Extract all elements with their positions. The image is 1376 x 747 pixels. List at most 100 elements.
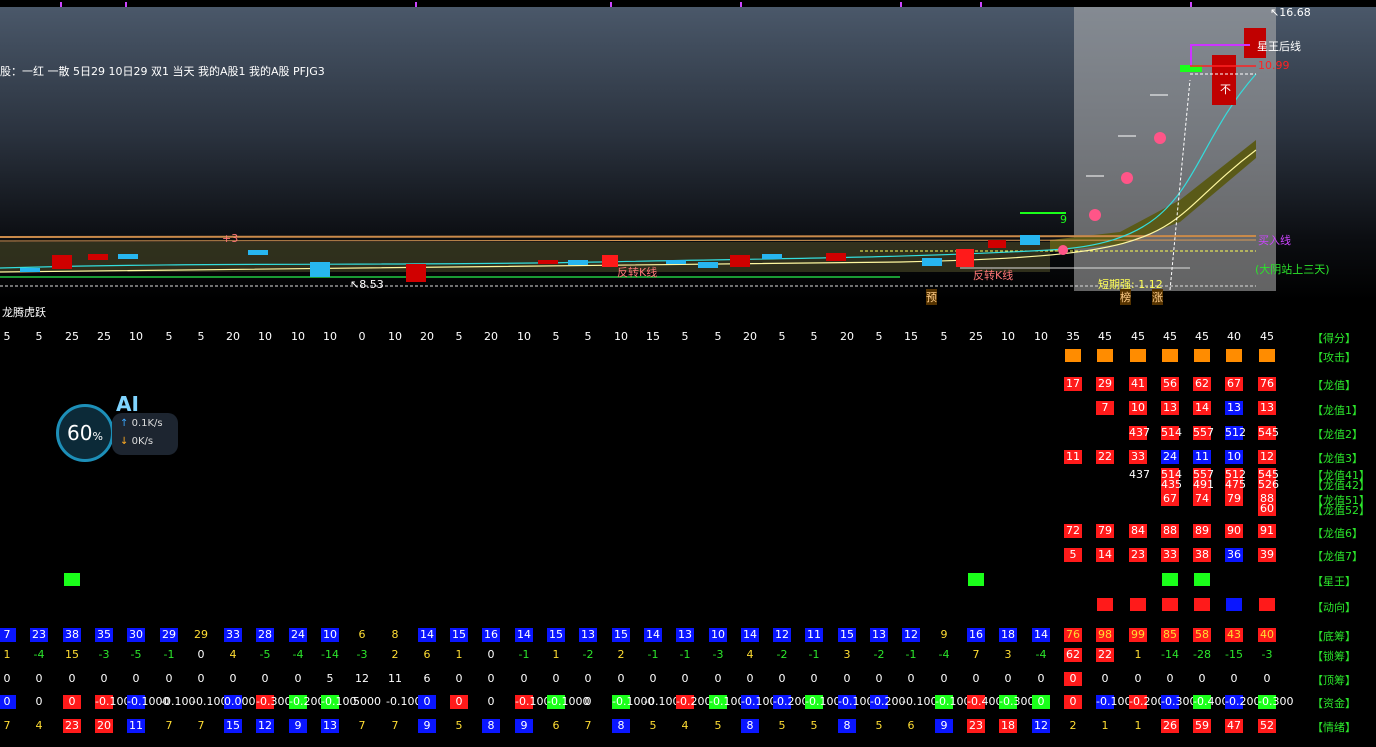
indicator-cell: 5 bbox=[810, 330, 818, 343]
indicator-cell: 4 bbox=[229, 648, 237, 661]
indicator-cell: 10 bbox=[323, 330, 337, 343]
indicator-cell: 0 bbox=[35, 695, 43, 708]
indicator-cell: 13 bbox=[579, 628, 597, 642]
indicator-cell: 10 bbox=[258, 330, 272, 343]
indicator-cell: 5 bbox=[681, 330, 689, 343]
indicator-cell: 29 bbox=[194, 628, 208, 641]
indicator-cell: 15 bbox=[838, 628, 856, 642]
indicator-cell: 0 bbox=[520, 672, 528, 685]
indicator-cell: 76 bbox=[1258, 377, 1276, 391]
indicator-cell: 5 bbox=[940, 330, 948, 343]
indicator-cell: 0 bbox=[229, 672, 237, 685]
indicator-cell: 20 bbox=[420, 330, 434, 343]
indicator-cell: 0 bbox=[940, 672, 948, 685]
indicator-cell: 14 bbox=[515, 628, 533, 642]
indicator-cell: 23 bbox=[30, 628, 48, 642]
indicator-cell: 33 bbox=[1161, 548, 1179, 562]
indicator-cell: 5 bbox=[714, 719, 722, 732]
indicator-cell: 11 bbox=[1193, 450, 1211, 464]
indicator-cell: -0.200 bbox=[289, 695, 325, 709]
indicator-cell: 0 bbox=[843, 672, 851, 685]
ai-speed-widget[interactable]: AI 60% ↑ 0.1K/s ↓ 0K/s bbox=[56, 392, 186, 466]
indicator-cell: 84 bbox=[1129, 524, 1147, 538]
candlestick-chart[interactable] bbox=[0, 0, 1376, 300]
indicator-cell: 0 bbox=[1198, 672, 1206, 685]
indicator-cell: 25 bbox=[97, 330, 111, 343]
indicator-cell: 5 bbox=[35, 330, 43, 343]
indicator-cell: 40 bbox=[1227, 330, 1241, 343]
row-label-dichou: 【底筹】 bbox=[1312, 630, 1356, 643]
indicator-cell: 5 bbox=[714, 330, 722, 343]
indicator-cell: 13 bbox=[1225, 401, 1243, 415]
indicator-cell: -0.100 bbox=[192, 695, 228, 708]
indicator-cell: 0 bbox=[132, 672, 140, 685]
indicator-cell: -5 bbox=[259, 648, 271, 661]
nine-label: 9 bbox=[1060, 213, 1067, 226]
indicator-cell: 0 bbox=[617, 672, 625, 685]
indicator-cell: 13 bbox=[1161, 401, 1179, 415]
indicator-cell: 0 bbox=[584, 695, 592, 708]
indicator-cell: 8 bbox=[482, 719, 500, 733]
indicator-cell: 0 bbox=[649, 672, 657, 685]
indicator-cell: 15 bbox=[224, 719, 242, 733]
indicator-cell: 0 bbox=[681, 672, 689, 685]
indicator-cell: 437 bbox=[1129, 426, 1150, 440]
indicator-cell: 0 bbox=[0, 695, 16, 709]
indicator-cell: 7 bbox=[972, 648, 980, 661]
indicator-cell: 22 bbox=[1096, 648, 1114, 662]
indicator-cell: 8 bbox=[391, 628, 399, 641]
volume-band bbox=[0, 242, 1050, 272]
row-label-longzhi52: 【龙值52】 bbox=[1312, 504, 1370, 517]
indicator-cell: 10 bbox=[1001, 330, 1015, 343]
indicator-cell: 10 bbox=[517, 330, 531, 343]
indicator-cell: -0.100 bbox=[935, 695, 971, 709]
indicator-cell: 45 bbox=[1195, 330, 1209, 343]
indicator-cell: -0.100 bbox=[805, 695, 841, 709]
indicator-cell: 3 bbox=[843, 648, 851, 661]
indicator-box bbox=[1194, 349, 1210, 362]
indicator-cell: 545 bbox=[1258, 426, 1279, 440]
indicator-cell: 85 bbox=[1161, 628, 1179, 642]
indicator-cell: 26 bbox=[1161, 719, 1179, 733]
indicator-cell: 9 bbox=[418, 719, 436, 733]
indicator-cell: 36 bbox=[1225, 548, 1243, 562]
indicator-cell: 8 bbox=[838, 719, 856, 733]
indicator-cell: 0 bbox=[1166, 672, 1174, 685]
indicator-cell: 10 bbox=[1129, 401, 1147, 415]
indicator-cell: 14 bbox=[1096, 548, 1114, 562]
indicator-cell: 11 bbox=[127, 719, 145, 733]
indicator-cell: 0 bbox=[100, 672, 108, 685]
indicator-cell: -0.100 bbox=[386, 695, 422, 708]
indicator-cell: -28 bbox=[1193, 648, 1211, 661]
indicator-box bbox=[1065, 349, 1081, 362]
indicator-cell: 4 bbox=[35, 719, 43, 732]
indicator-cell: 11 bbox=[1064, 450, 1082, 464]
indicator-cell: 5 bbox=[197, 330, 205, 343]
indicator-cell: 16 bbox=[967, 628, 985, 642]
indicator-cell: 5 bbox=[1064, 548, 1082, 562]
indicator-cell: 10 bbox=[388, 330, 402, 343]
reverse-k-label: 反转K线 bbox=[617, 266, 658, 279]
indicator-cell: 12 bbox=[355, 672, 369, 685]
indicator-cell: 79 bbox=[1225, 492, 1243, 506]
indicator-cell: -0.200 bbox=[676, 695, 712, 709]
indicator-cell: -0.100 bbox=[1096, 695, 1132, 709]
indicator-cell: 20 bbox=[743, 330, 757, 343]
indicator-cell: 0 bbox=[1230, 672, 1238, 685]
indicator-cell: 20 bbox=[226, 330, 240, 343]
indicator-cell: 39 bbox=[1258, 548, 1276, 562]
indicator-cell: 512 bbox=[1225, 426, 1246, 440]
indicator-box bbox=[1130, 598, 1146, 611]
row-label-longzhi7: 【龙值7】 bbox=[1312, 550, 1363, 563]
indicator-cell: 89 bbox=[1193, 524, 1211, 538]
indicator-cell: -1 bbox=[518, 648, 530, 661]
indicator-cell: 5 bbox=[165, 330, 173, 343]
indicator-cell: 0 bbox=[261, 672, 269, 685]
mid-price-label: 10.99 bbox=[1258, 59, 1290, 72]
indicator-cell: 98 bbox=[1096, 628, 1114, 642]
indicator-cell: 16 bbox=[482, 628, 500, 642]
row-label-longzhi1: 【龙值1】 bbox=[1312, 404, 1363, 417]
no-label: 不 bbox=[1220, 83, 1231, 96]
indicator-cell: 23 bbox=[967, 719, 985, 733]
indicator-cell: -14 bbox=[1161, 648, 1179, 661]
